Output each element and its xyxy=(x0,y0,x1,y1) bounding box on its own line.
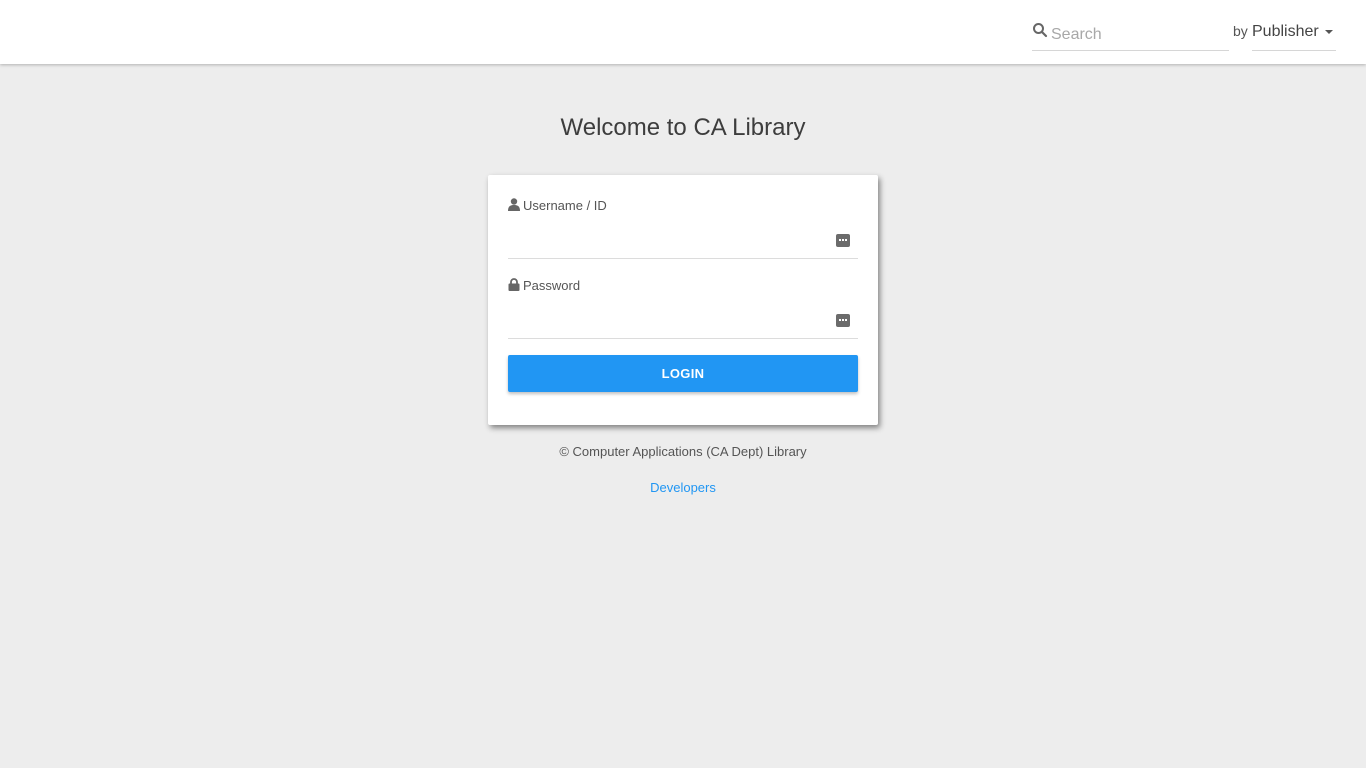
username-label: Username / ID xyxy=(508,198,607,213)
password-label-text: Password xyxy=(523,278,581,293)
username-input[interactable] xyxy=(508,227,828,255)
developers-link[interactable]: Developers xyxy=(650,480,716,495)
username-label-text: Username / ID xyxy=(523,198,607,213)
search-filter-selected: Publisher xyxy=(1252,23,1319,40)
filter-prefix-label: by xyxy=(1233,23,1248,39)
password-manager-icon[interactable] xyxy=(836,314,850,327)
password-input[interactable] xyxy=(508,307,828,335)
username-field-wrap xyxy=(508,225,858,259)
lock-icon xyxy=(508,278,520,291)
user-icon xyxy=(508,198,520,211)
caret-down-icon xyxy=(1325,30,1333,34)
top-bar: by Publisher xyxy=(0,0,1366,64)
login-card: Username / ID Password LOGIN xyxy=(488,175,878,425)
search-filter-dropdown[interactable]: Publisher xyxy=(1252,20,1336,51)
password-field-wrap xyxy=(508,305,858,339)
search-icon xyxy=(1033,23,1048,38)
copyright-text: © Computer Applications (CA Dept) Librar… xyxy=(559,444,807,459)
password-manager-icon[interactable] xyxy=(836,234,850,247)
developers-link-wrap: Developers xyxy=(0,480,1366,495)
password-label: Password xyxy=(508,278,580,293)
search-input[interactable] xyxy=(1051,20,1227,48)
page-title: Welcome to CA Library xyxy=(560,114,806,141)
login-button[interactable]: LOGIN xyxy=(508,355,858,392)
search-box xyxy=(1032,20,1229,51)
